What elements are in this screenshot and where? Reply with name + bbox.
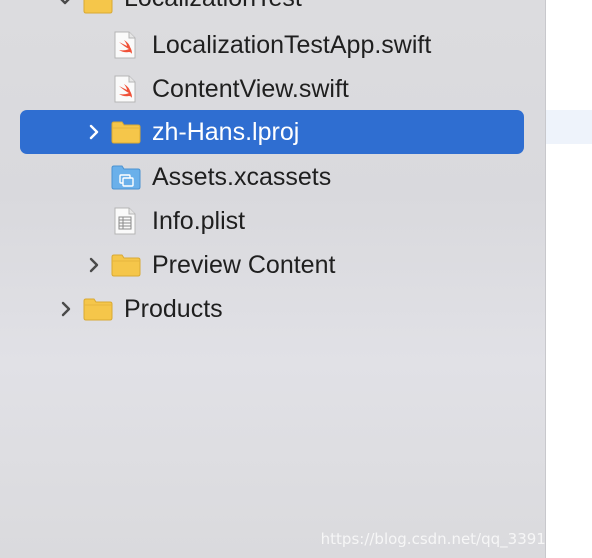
folder-icon bbox=[111, 254, 141, 277]
nav-item-localizationtestapp-swift[interactable]: LocalizationTestApp.swift bbox=[0, 23, 545, 67]
folder-icon bbox=[83, 0, 113, 14]
nav-item-zh-hans-lproj[interactable]: zh-Hans.lproj bbox=[0, 110, 545, 154]
nav-item-label: LocalizationTestApp.swift bbox=[152, 31, 432, 59]
nav-item-localizationtest[interactable]: LocalizationTest bbox=[0, 0, 545, 22]
folder-icon bbox=[83, 298, 113, 321]
nav-item-contentview-swift[interactable]: ContentView.swift bbox=[0, 67, 545, 111]
chevron-right-icon[interactable] bbox=[85, 120, 103, 144]
swift-file-icon bbox=[114, 31, 136, 59]
nav-item-assets-xcassets[interactable]: Assets.xcassets bbox=[0, 155, 545, 199]
nav-item-label: LocalizationTest bbox=[124, 0, 302, 13]
editor-area[interactable] bbox=[546, 0, 592, 558]
nav-item-label: Info.plist bbox=[152, 207, 246, 235]
folder-icon bbox=[111, 121, 141, 144]
chevron-right-icon[interactable] bbox=[57, 297, 75, 321]
nav-item-preview-content[interactable]: Preview Content bbox=[0, 243, 545, 287]
nav-item-label: Assets.xcassets bbox=[152, 163, 332, 191]
chevron-right-icon[interactable] bbox=[85, 253, 103, 277]
nav-item-info-plist[interactable]: Info.plist bbox=[0, 199, 545, 243]
project-navigator: LocalizationTest LocalizationTestApp.swi… bbox=[0, 0, 545, 558]
nav-item-label: Products bbox=[124, 295, 223, 323]
nav-item-label: zh-Hans.lproj bbox=[152, 118, 300, 146]
chevron-down-icon[interactable] bbox=[56, 0, 74, 12]
swift-file-icon bbox=[114, 75, 136, 103]
nav-item-products[interactable]: Products bbox=[0, 287, 545, 331]
asset-catalog-icon bbox=[111, 165, 141, 190]
plist-file-icon bbox=[114, 207, 136, 235]
current-line-highlight bbox=[546, 110, 592, 144]
nav-item-label: Preview Content bbox=[152, 251, 336, 279]
nav-item-label: ContentView.swift bbox=[152, 75, 349, 103]
watermark: https://blog.csdn.net/qq_33919450 bbox=[320, 530, 584, 548]
